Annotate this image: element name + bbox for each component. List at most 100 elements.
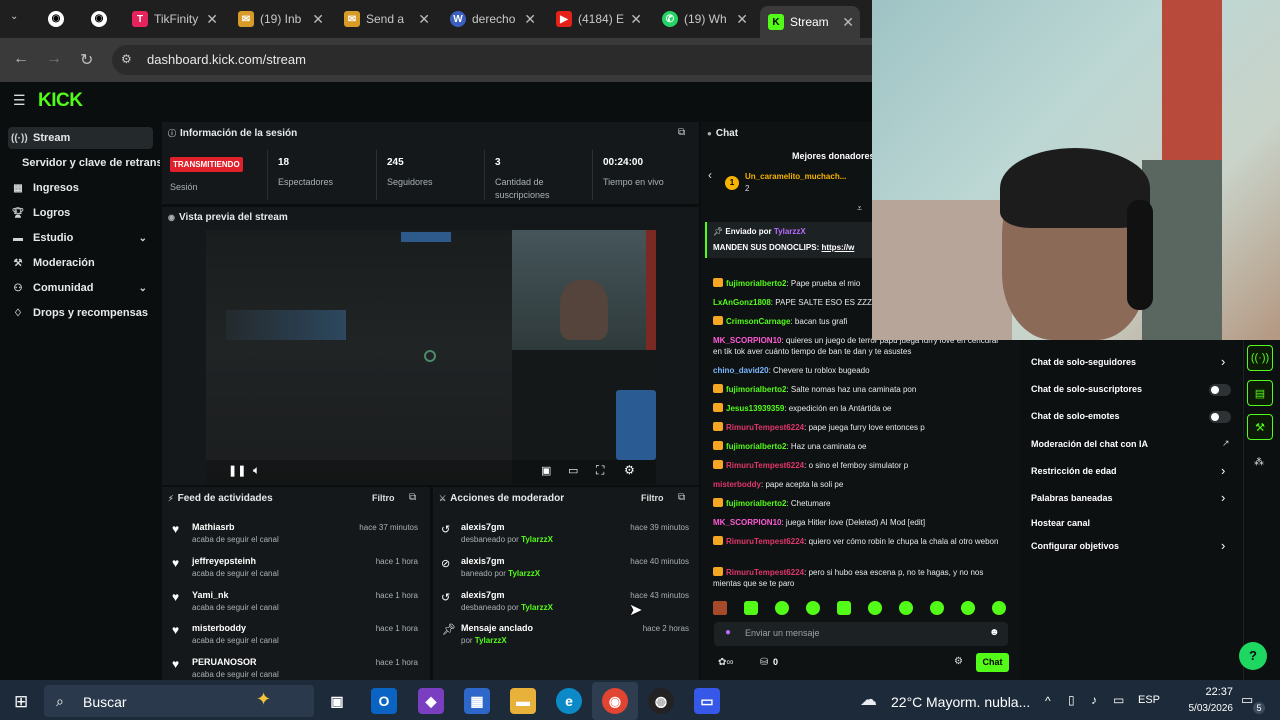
tab-stream[interactable]: K Stream ✕	[760, 6, 860, 38]
emote-icon[interactable]	[837, 601, 851, 615]
chat-username[interactable]: Jesus13939359	[726, 404, 784, 413]
pinned-tab-1[interactable]: ◉	[48, 11, 64, 27]
emote-icon[interactable]	[868, 601, 882, 615]
toggle-switch[interactable]	[1209, 411, 1231, 423]
chat-username[interactable]: MK_SCORPION10	[713, 336, 781, 345]
mic-icon[interactable]: ●	[725, 627, 731, 638]
chat-username[interactable]: misterboddy	[713, 480, 761, 489]
settings-menu-item[interactable]: Chat de solo-suscriptores	[1026, 381, 1238, 399]
settings-menu-item[interactable]: Moderación del chat con IA ↗	[1026, 436, 1238, 454]
pinned-message-label[interactable]: Mensaje anclado	[461, 623, 533, 633]
sidebar-item-drops[interactable]: ♢ Drops y recompensas	[8, 302, 153, 324]
emote-icon[interactable]	[992, 601, 1006, 615]
pinned-by-user[interactable]: TylarzzX	[774, 227, 806, 236]
sidebar-item-comunidad[interactable]: ⚇ Comunidad ⌄	[8, 277, 153, 299]
app-icon[interactable]: ▭	[694, 688, 720, 714]
emote-icon[interactable]	[930, 601, 944, 615]
settings-menu-item[interactable]: Chat de solo-seguidores ›	[1026, 354, 1238, 372]
chat-username[interactable]: chino_david20	[713, 366, 769, 375]
language-indicator[interactable]: ESP	[1138, 694, 1160, 706]
chat-username[interactable]: LxAnGonz1808	[713, 298, 771, 307]
tab-tikfinity[interactable]: T TikFinity ✕	[124, 6, 224, 32]
sidebar-item-moderacion[interactable]: ⚒ Moderación	[8, 252, 153, 274]
settings-menu-item[interactable]: Restricción de edad ›	[1026, 463, 1238, 481]
pinned-tab-2[interactable]: ◉	[91, 11, 107, 27]
chat-username[interactable]: RimuruTempest6224	[726, 537, 804, 546]
chat-username[interactable]: RimuruTempest6224	[726, 568, 804, 577]
moderator-name[interactable]: TylarzzX	[521, 535, 553, 544]
edge-icon[interactable]: e	[556, 688, 582, 714]
copilot-icon[interactable]: ◆	[418, 688, 444, 714]
chevron-up-icon[interactable]: ^	[1045, 694, 1051, 708]
popout-icon[interactable]: ⧉	[678, 492, 685, 503]
forward-icon[interactable]: →	[46, 50, 62, 68]
activity-user[interactable]: jeffreyepsteinh	[192, 556, 256, 566]
chat-username[interactable]: MK_SCORPION10	[713, 518, 781, 527]
close-tab-icon[interactable]: ✕	[630, 11, 642, 28]
chat-username[interactable]: RimuruTempest6224	[726, 423, 804, 432]
mod-filter-button[interactable]: Filtro	[641, 493, 664, 503]
close-tab-icon[interactable]: ✕	[736, 11, 748, 28]
activity-user[interactable]: Yami_nk	[192, 590, 229, 600]
sidebar-item-ingresos[interactable]: ▦ Ingresos	[8, 177, 153, 199]
file-explorer-icon[interactable]: ▬	[510, 688, 536, 714]
pause-icon[interactable]: ❚❚	[228, 464, 246, 477]
chat-username[interactable]: RimuruTempest6224	[726, 461, 804, 470]
support-chat-icon[interactable]: ?	[1239, 642, 1267, 670]
obs-icon[interactable]: ◍	[648, 688, 674, 714]
task-view-icon[interactable]: ▣	[324, 688, 350, 714]
toggle-switch[interactable]	[1209, 384, 1231, 396]
activity-user[interactable]: Mathiasrb	[192, 522, 235, 532]
sidebar-item-estudio[interactable]: ▬ Estudio ⌄	[8, 227, 153, 249]
menu-icon[interactable]: ☰	[13, 92, 26, 109]
mod-target-user[interactable]: alexis7gm	[461, 556, 505, 566]
theater-icon[interactable]: ▭	[568, 464, 578, 477]
close-tab-icon[interactable]: ✕	[524, 11, 536, 28]
settings-menu-item[interactable]: Palabras baneadas ›	[1026, 490, 1238, 508]
close-tab-icon[interactable]: ✕	[418, 11, 430, 28]
emote-icon[interactable]	[775, 601, 789, 615]
chat-username[interactable]: fujimorialberto2	[726, 385, 786, 394]
weather-desc[interactable]: Mayorm. nubla...	[926, 694, 1030, 710]
tab-youtube[interactable]: ▶ (4184) E ✕	[548, 6, 648, 32]
tab-whatsapp[interactable]: ✆ (19) Wh ✕	[654, 6, 754, 32]
weather-temp[interactable]: 22°C	[891, 694, 922, 710]
network-icon[interactable]: ▭	[1113, 693, 1124, 707]
microphone-icon[interactable]: ♪	[1091, 693, 1097, 707]
device-icon[interactable]: ▯	[1068, 693, 1075, 707]
site-settings-icon[interactable]: ⚙	[121, 52, 132, 66]
pip-icon[interactable]: ▣	[541, 464, 551, 477]
moderator-name[interactable]: TylarzzX	[475, 636, 507, 645]
wrench-icon[interactable]: ⚒	[1247, 414, 1273, 440]
windows-start-icon[interactable]: ⊞	[14, 692, 28, 712]
emoji-icon[interactable]: ☻	[989, 627, 1000, 638]
clock-time[interactable]: 22:37	[1183, 686, 1233, 698]
store-icon[interactable]: ▦	[464, 688, 490, 714]
close-tab-icon[interactable]: ✕	[206, 11, 218, 28]
sidebar-item-logros[interactable]: 🏆︎ Logros	[8, 202, 153, 224]
expand-icon[interactable]: ⩡	[857, 203, 862, 214]
chat-username[interactable]: fujimorialberto2	[726, 499, 786, 508]
video-player[interactable]: ❚❚ 🔈︎ ▣ ▭ ⛶ ⚙	[206, 230, 656, 484]
tab-list-button[interactable]: ⌄	[10, 11, 18, 22]
tab-inbox[interactable]: ✉ (19) Inb ✕	[230, 6, 330, 32]
settings-gear-icon[interactable]: ⚙	[624, 463, 635, 477]
emote-icon[interactable]	[806, 601, 820, 615]
chrome-icon[interactable]: ◉	[602, 688, 628, 714]
clipboard-icon[interactable]: ▤	[1247, 380, 1273, 406]
emote-icon[interactable]	[744, 601, 758, 615]
popout-icon[interactable]: ⧉	[409, 492, 416, 503]
popout-icon[interactable]: ⧉	[678, 127, 685, 138]
broadcast-icon[interactable]: ((·))	[1247, 345, 1273, 371]
activity-user[interactable]: misterboddy	[192, 623, 246, 633]
settings-menu-item[interactable]: Chat de solo-emotes	[1026, 408, 1238, 426]
notifications-icon[interactable]: ▭	[1241, 692, 1253, 708]
community-icon[interactable]: ⁂	[1254, 457, 1264, 468]
top-donor-name[interactable]: Un_caramelito_muchach...	[745, 172, 846, 181]
emote-icon[interactable]	[899, 601, 913, 615]
emote-icon[interactable]	[961, 601, 975, 615]
settings-menu-item[interactable]: Configurar objetivos ›	[1026, 538, 1238, 556]
volume-icon[interactable]: 🔈︎	[253, 463, 260, 478]
emote-icon[interactable]	[713, 601, 727, 615]
chat-username[interactable]: CrimsonCarnage	[726, 317, 790, 326]
